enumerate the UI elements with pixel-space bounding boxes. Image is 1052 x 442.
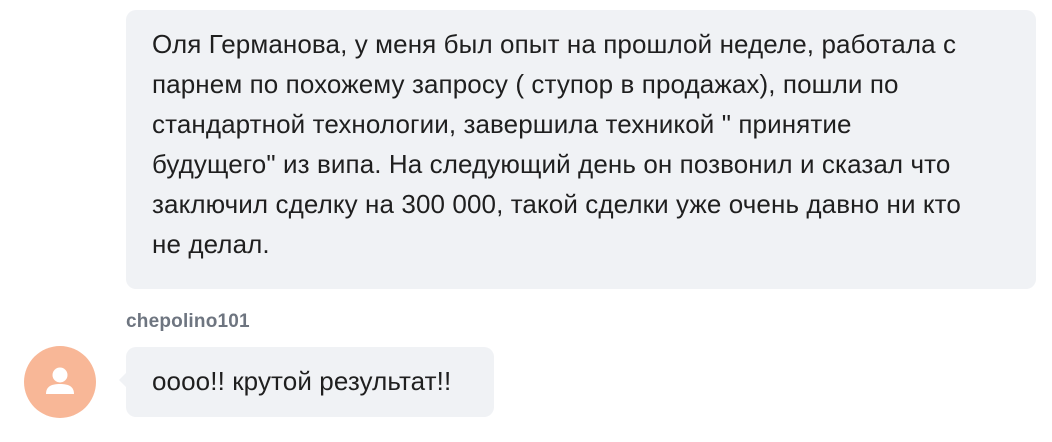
- message-line: Оля Германова, у меня был опыт на прошло…: [152, 29, 957, 59]
- message-line: стандартной технологии, завершила техник…: [152, 109, 852, 139]
- message-line: парнем по похожему запросу ( ступор в пр…: [152, 69, 899, 99]
- chat-thread: Оля Германова, у меня был опыт на прошло…: [0, 0, 1052, 442]
- message-bubble: оооо!! крутой результат!!: [119, 347, 494, 417]
- message-line: не делал.: [152, 229, 270, 259]
- message-author-name[interactable]: chepolino101: [126, 311, 250, 333]
- avatar[interactable]: [24, 346, 96, 418]
- message-line: будущего" из випа. На следующий день он …: [152, 149, 951, 179]
- user-silhouette-icon: [46, 367, 74, 394]
- message-bubble: Оля Германова, у меня был опыт на прошло…: [126, 10, 1036, 289]
- message-line: заключил сделку на 300 000, такой сделки…: [152, 189, 961, 219]
